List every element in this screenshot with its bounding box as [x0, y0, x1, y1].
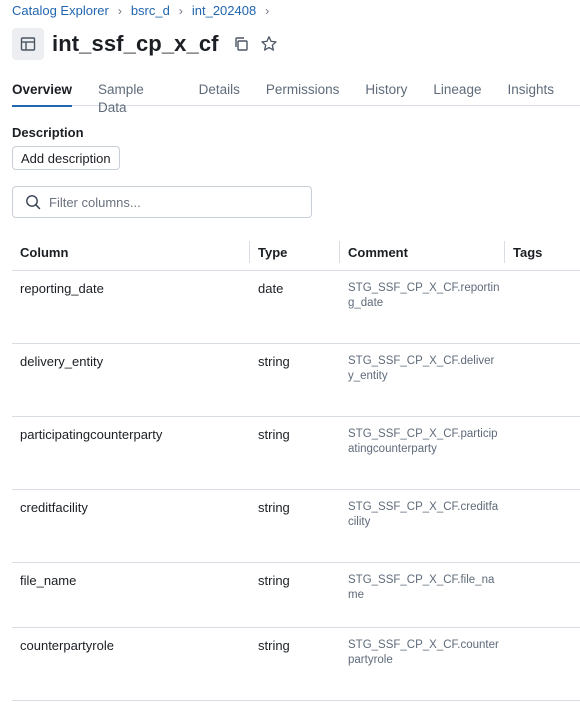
column-comment[interactable]: STG_SSF_CP_X_CF.reporting_date [348, 281, 500, 311]
tab-history[interactable]: History [365, 81, 407, 106]
star-icon[interactable] [259, 34, 279, 54]
chevron-right-icon: › [265, 3, 270, 18]
column-name: counterpartyrole [20, 638, 114, 653]
table-icon [12, 28, 44, 60]
page-title: int_ssf_cp_x_cf [52, 31, 219, 56]
tab-lineage[interactable]: Lineage [433, 81, 481, 106]
column-type: date [258, 281, 284, 296]
tab-sample-data[interactable]: Sample Data [98, 81, 173, 115]
column-name: delivery_entity [20, 354, 104, 369]
table-row[interactable]: delivery_entity string STG_SSF_CP_X_CF.d… [12, 344, 580, 417]
column-name: reporting_date [20, 281, 104, 296]
filter-columns-input[interactable] [49, 194, 299, 210]
header-type[interactable]: Type [258, 245, 287, 260]
add-description-button[interactable]: Add description [12, 146, 120, 170]
table-row[interactable]: counterpartyrole string STG_SSF_CP_X_CF.… [12, 628, 580, 701]
column-type: string [258, 500, 290, 515]
copy-icon[interactable] [231, 34, 251, 54]
title-row: int_ssf_cp_x_cf [12, 28, 279, 60]
chevron-right-icon: › [178, 3, 183, 18]
tab-overview[interactable]: Overview [12, 81, 73, 107]
tab-permissions[interactable]: Permissions [266, 81, 340, 106]
column-type: string [258, 427, 290, 442]
tab-details[interactable]: Details [199, 81, 240, 106]
column-type: string [258, 573, 290, 588]
search-icon [26, 195, 41, 210]
column-comment[interactable]: STG_SSF_CP_X_CF.delivery_entity [348, 354, 500, 384]
column-comment[interactable]: STG_SSF_CP_X_CF.creditfacility [348, 500, 500, 530]
column-name: file_name [20, 573, 77, 588]
column-comment[interactable]: STG_SSF_CP_X_CF.participatingcounterpart… [348, 427, 500, 457]
column-type: string [258, 638, 290, 653]
column-divider[interactable] [339, 241, 340, 263]
column-comment[interactable]: STG_SSF_CP_X_CF.counterpartyrole [348, 638, 500, 668]
columns-table: Column Type Comment Tags reporting_date … [12, 235, 580, 701]
column-name: participatingcounterparty [20, 427, 163, 442]
table-row[interactable]: reporting_date date STG_SSF_CP_X_CF.repo… [12, 271, 580, 344]
breadcrumb-schema[interactable]: int_202408 [192, 3, 256, 18]
tab-insights[interactable]: Insights [507, 81, 554, 106]
column-divider[interactable] [249, 241, 250, 263]
header-comment[interactable]: Comment [348, 245, 408, 260]
breadcrumb: Catalog Explorer › bsrc_d › int_202408 › [12, 3, 278, 18]
column-name: creditfacility [20, 500, 88, 515]
breadcrumb-catalog-explorer[interactable]: Catalog Explorer [12, 3, 109, 18]
table-row[interactable]: file_name string STG_SSF_CP_X_CF.file_na… [12, 563, 580, 628]
table-row[interactable]: participatingcounterparty string STG_SSF… [12, 417, 580, 490]
breadcrumb-catalog[interactable]: bsrc_d [131, 3, 170, 18]
header-tags[interactable]: Tags [513, 245, 542, 260]
header-column[interactable]: Column [20, 245, 68, 260]
filter-columns-field [12, 186, 312, 218]
description-label: Description [12, 125, 84, 140]
tab-bar: Overview Sample Data Details Permissions… [12, 81, 580, 115]
table-header: Column Type Comment Tags [12, 235, 580, 271]
column-type: string [258, 354, 290, 369]
table-row[interactable]: creditfacility string STG_SSF_CP_X_CF.cr… [12, 490, 580, 563]
column-divider[interactable] [504, 241, 505, 263]
column-comment[interactable]: STG_SSF_CP_X_CF.file_name [348, 573, 500, 603]
chevron-right-icon: › [117, 3, 122, 18]
